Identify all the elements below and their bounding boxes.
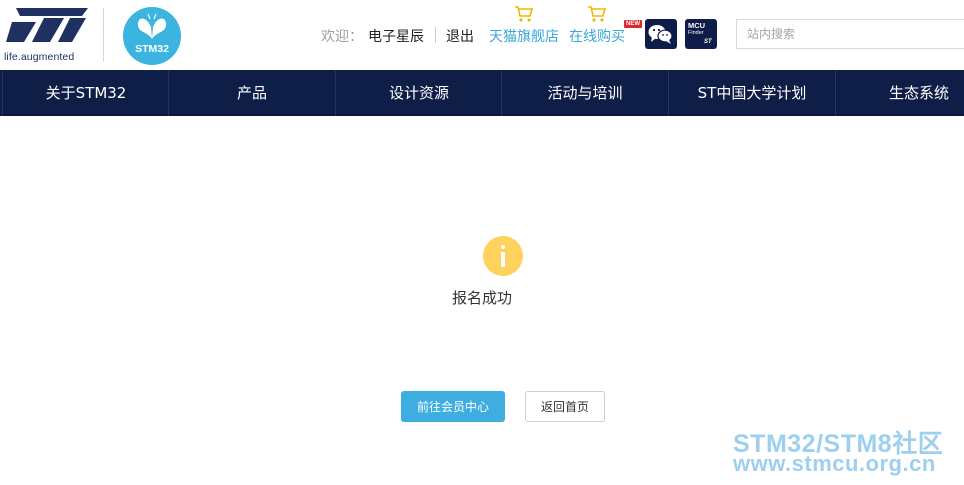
logout-link[interactable]: 退出 <box>446 26 474 46</box>
mcu-finder-line3: ST <box>704 39 712 45</box>
go-to-member-center-button[interactable]: 前往会员中心 <box>401 391 505 422</box>
main-nav: 关于STM32 产品 设计资源 活动与培训 ST中国大学计划 生态系统 <box>0 70 964 116</box>
st-logo-icon <box>6 8 88 42</box>
nav-item-ecosystem[interactable]: 生态系统 <box>835 70 964 116</box>
wechat-bubbles-icon <box>648 25 673 44</box>
nav-item-products[interactable]: 产品 <box>168 70 335 116</box>
butterfly-icon <box>137 13 167 39</box>
mcu-finder-app-icon[interactable]: MCU Finder ST <box>685 19 717 49</box>
online-buy-link[interactable]: 在线购买 <box>569 26 625 46</box>
success-message: 报名成功 <box>451 289 512 307</box>
nav-item-about-stm32[interactable]: 关于STM32 <box>2 70 169 116</box>
new-badge: NEW <box>624 20 642 28</box>
logo-divider <box>103 8 104 62</box>
online-buy-cart-icon <box>588 6 607 22</box>
site-search-input[interactable] <box>736 19 964 49</box>
tmall-store-link[interactable]: 天猫旗舰店 <box>489 26 559 46</box>
tmall-cart-icon <box>515 6 534 22</box>
st-logo[interactable]: life.augmented <box>4 6 90 64</box>
info-icon-dot <box>501 245 505 249</box>
watermark-line2: www.stmcu.org.cn <box>733 451 936 476</box>
nav-item-university-program[interactable]: ST中国大学计划 <box>668 70 835 116</box>
stm32-logo[interactable]: STM32 <box>123 7 181 65</box>
info-icon-bar <box>501 252 505 267</box>
welcome-label: 欢迎： <box>321 29 363 45</box>
mcu-finder-line2: Finder <box>688 30 704 36</box>
info-icon <box>483 236 523 276</box>
stm32-logo-text: STM32 <box>135 43 169 55</box>
mcu-finder-line1: MCU <box>688 21 706 30</box>
nav-item-events-training[interactable]: 活动与培训 <box>501 70 668 116</box>
nav-item-design-resources[interactable]: 设计资源 <box>335 70 502 116</box>
st-tagline: life.augmented <box>4 51 75 63</box>
site-header: life.augmented STM32 欢迎： 电子星辰 退出 天猫旗舰店 在… <box>0 0 964 70</box>
username-link[interactable]: 电子星辰 <box>368 26 424 46</box>
back-to-home-button[interactable]: 返回首页 <box>525 391 605 422</box>
wechat-icon[interactable] <box>645 19 677 49</box>
link-separator <box>435 27 436 43</box>
